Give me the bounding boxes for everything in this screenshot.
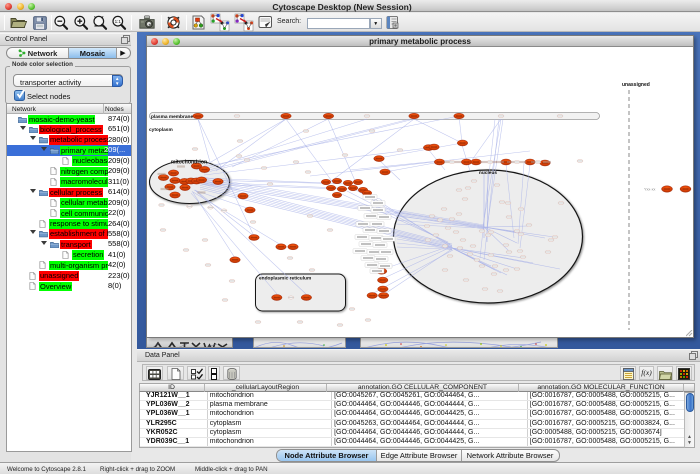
svg-text:endoplasmic reticulum: endoplasmic reticulum xyxy=(259,276,311,282)
svg-text:1:1: 1:1 xyxy=(115,19,122,24)
svg-text:mitochondrion: mitochondrion xyxy=(171,160,207,166)
svg-text:Yxx-xx: Yxx-xx xyxy=(644,188,655,192)
svg-text:cytoplasm: cytoplasm xyxy=(149,127,173,133)
svg-text:unassigned: unassigned xyxy=(622,82,650,88)
svg-text:plasma membrane: plasma membrane xyxy=(151,114,193,120)
svg-text:nucleus: nucleus xyxy=(479,170,497,176)
